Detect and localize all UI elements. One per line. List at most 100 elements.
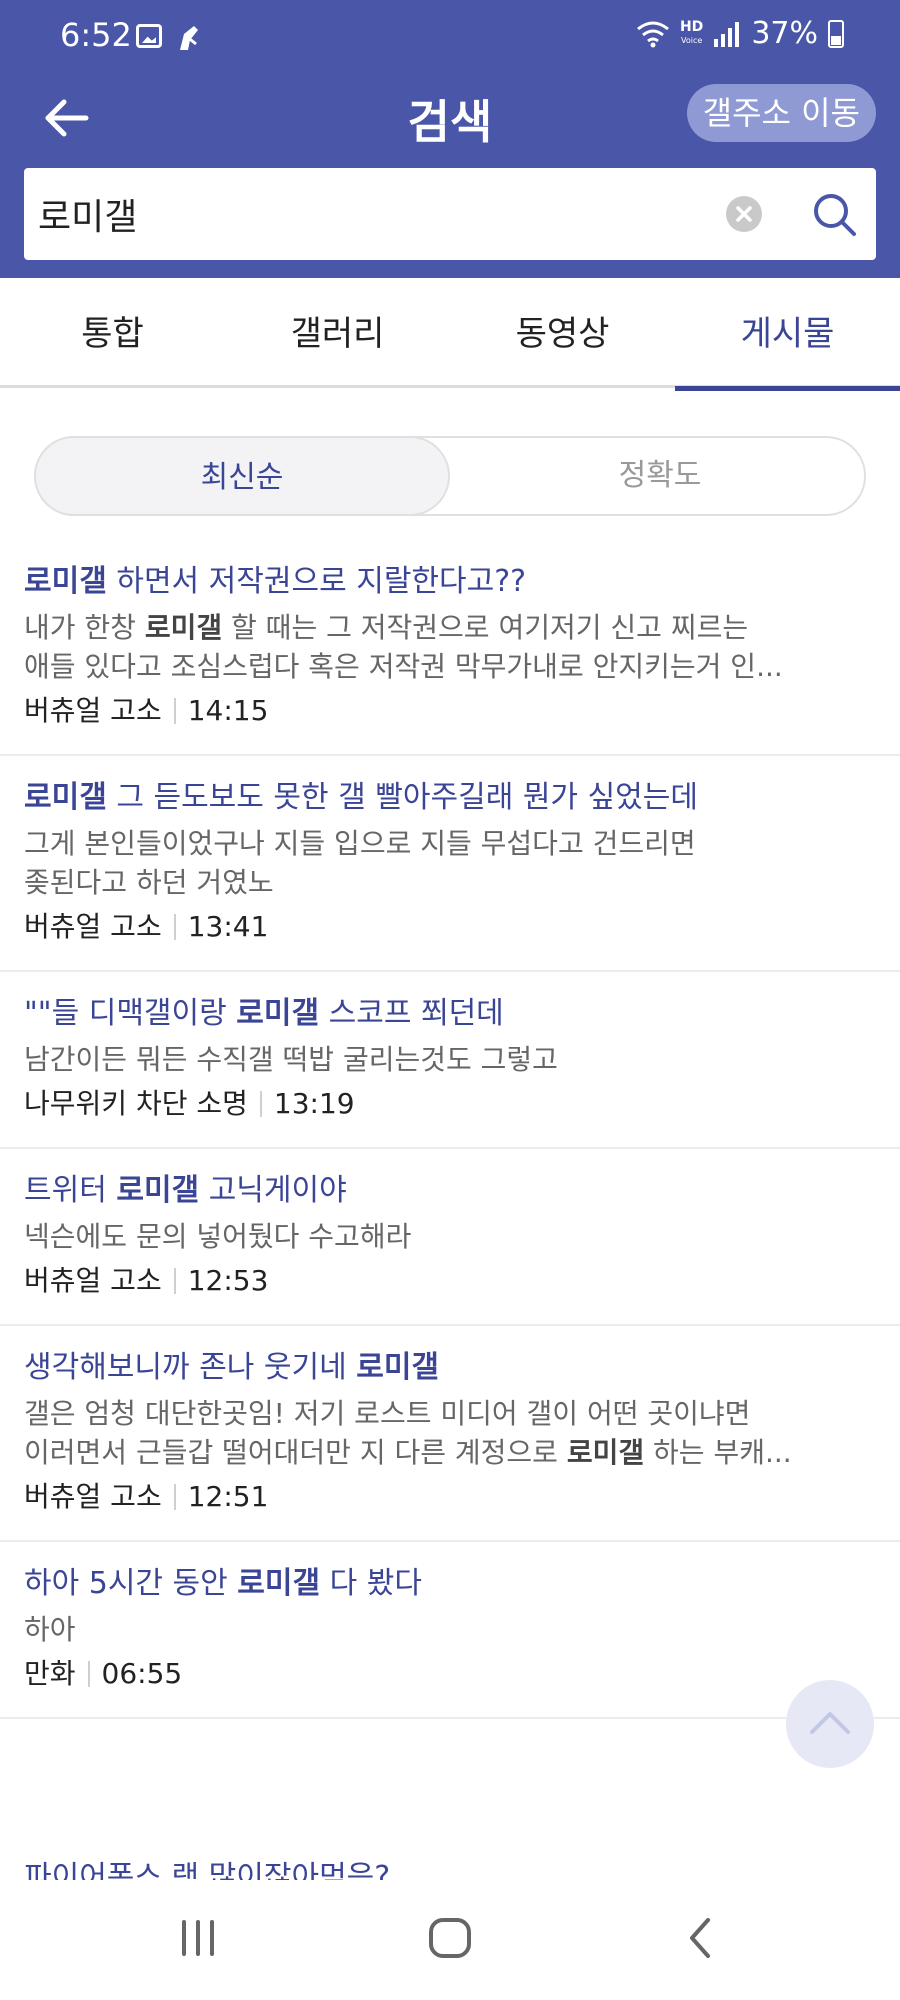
result-time: 12:53 [187, 1264, 269, 1297]
search-input[interactable] [38, 168, 718, 260]
result-title: 생각해보니까 존나 웃기네 로미갤 [24, 1342, 876, 1394]
body-text: 하는 부캐... [644, 1436, 792, 1469]
result-time: 12:51 [187, 1480, 269, 1513]
voice-label: Voice [680, 35, 703, 45]
meta-separator [173, 1484, 176, 1510]
chevron-up-icon [810, 1712, 850, 1734]
meta-separator [173, 1268, 176, 1294]
result-meta: 나무위키 차단 소명 13:19 [24, 1079, 876, 1129]
result-body-line: 좆된다고 하던 거였노 [24, 863, 876, 902]
home-icon[interactable] [420, 1908, 480, 1968]
result-time: 14:15 [187, 694, 269, 727]
result-body: 하아 [24, 1610, 876, 1649]
item-spacer [24, 952, 876, 970]
meta-separator [173, 698, 176, 724]
result-gallery-name: 버츄얼 고소 [24, 1480, 162, 1513]
search-icon[interactable] [810, 190, 860, 240]
title-text: 하면서 저작권으로 지랄한다고?? [106, 564, 527, 599]
result-item[interactable]: 트위터 로미갤 고닉게이야 넥슨에도 문의 넣어뒀다 수고해라 버츄얼 고소 12:5… [0, 1149, 900, 1326]
sort-latest-option[interactable]: 최신순 [34, 436, 450, 516]
result-body: 남간이든 뭐든 수직갤 떡밥 굴리는것도 그렇고 [24, 1040, 876, 1079]
result-item[interactable]: 로미갤 하면서 저작권으로 지랄한다고?? 내가 한창 로미갤 할 때는 그 저작… [0, 540, 900, 756]
result-gallery-name: 버츄얼 고소 [24, 910, 162, 943]
top-app-bar: 6:52 HD Voice 37% 검색 갤주소 이동 로미갤 [0, 0, 900, 278]
body-text: 넥슨에도 문의 넣어뒀다 수고해라 [24, 1220, 412, 1253]
keyword-highlight: 로미갤 [237, 1566, 321, 1601]
keyword-highlight: 로미갤 [24, 780, 107, 815]
result-body-line: 이러면서 근들갑 떨어대더만 지 다른 계정으로 로미갤 하는 부캐... [24, 1433, 876, 1472]
item-spacer [24, 1306, 876, 1324]
body-text: 좆된다고 하던 거였노 [24, 866, 274, 899]
tab-video[interactable]: 동영상 [450, 278, 675, 388]
body-text: 이러면서 근들갑 떨어대더만 지 다른 계정으로 [24, 1436, 567, 1469]
keyword-highlight: 로미갤 [24, 564, 107, 599]
title-text: 생각해보니까 존나 웃기네 [24, 1350, 357, 1385]
result-body-line: 하아 [24, 1610, 876, 1649]
result-meta: 버츄얼 고소 13:41 [24, 902, 876, 952]
keyword-highlight: 로미갤 [566, 1436, 645, 1469]
title-text: 다 봤다 [320, 1566, 422, 1601]
body-text: 갤은 엄청 대단한곳임! 저기 로스트 미디어 갤이 어떤 곳이냐면 [24, 1397, 751, 1430]
hd-label: HD [679, 18, 704, 35]
signal-icon [714, 21, 740, 47]
body-text: 할 때는 그 저작권으로 여기저기 신고 찌르는 [222, 611, 749, 644]
meta-separator [173, 914, 176, 940]
result-body-line: 남간이든 뭐든 수직갤 떡밥 굴리는것도 그렇고 [24, 1040, 876, 1079]
gallery-move-button[interactable]: 갤주소 이동 [686, 84, 876, 142]
tab-posts[interactable]: 게시물 [675, 278, 900, 391]
title-text: 트위터 [24, 1173, 117, 1208]
result-time: 06:55 [101, 1657, 183, 1690]
title-text: ""들 디맥갤이랑 [24, 996, 237, 1031]
sort-toggle: 정확도 최신순 [34, 436, 866, 516]
keyword-highlight: 로미갤 [144, 611, 223, 644]
tab-integrated[interactable]: 통합 [0, 278, 225, 388]
title-text: 스코프 쬐던데 [319, 996, 504, 1031]
battery-icon [828, 19, 844, 48]
item-spacer [24, 736, 876, 754]
result-item[interactable]: 하아 5시간 동안 로미갤 다 봤다 하아 만화 06:55 [0, 1542, 900, 1719]
search-box [24, 168, 876, 260]
item-spacer [24, 1129, 876, 1147]
result-meta: 버츄얼 고소 14:15 [24, 686, 876, 736]
result-title: 하아 5시간 동안 로미갤 다 봤다 [24, 1558, 876, 1610]
result-time: 13:19 [273, 1087, 355, 1120]
status-bar: 6:52 HD Voice 37% [0, 0, 900, 74]
result-gallery-name: 버츄얼 고소 [24, 1264, 162, 1297]
body-text: 내가 한창 [24, 611, 145, 644]
sort-accuracy-option[interactable]: 정확도 [452, 436, 868, 516]
item-spacer [24, 1699, 876, 1717]
result-body: 그게 본인들이었구나 지들 입으로 지들 무섭다고 건드리면좆된다고 하던 거였… [24, 824, 876, 902]
result-body: 내가 한창 로미갤 할 때는 그 저작권으로 여기저기 신고 찌르는애들 있다고… [24, 608, 876, 686]
result-gallery-name: 나무위키 차단 소명 [24, 1087, 248, 1120]
result-body-line: 애들 있다고 조심스럽다 혹은 저작권 막무가내로 안지키는거 인... [24, 647, 876, 686]
result-item[interactable]: ""들 디맥갤이랑 로미갤 스코프 쬐던데 남간이든 뭐든 수직갤 떡밥 굴리는것… [0, 972, 900, 1149]
status-right-group: HD Voice 37% [636, 16, 844, 51]
title-text: 그 듣도보도 못한 갤 빨아주길래 뭔가 싶었는데 [106, 780, 698, 815]
battery-percent: 37% [751, 16, 818, 51]
result-body: 갤은 엄청 대단한곳임! 저기 로스트 미디어 갤이 어떤 곳이냐면 이러면서 근… [24, 1394, 876, 1472]
result-title: 로미갤 하면서 저작권으로 지랄한다고?? [24, 556, 876, 608]
keyword-highlight: 로미갤 [236, 996, 320, 1031]
system-nav-bar [0, 1882, 900, 2000]
result-item[interactable]: 생각해보니까 존나 웃기네 로미갤 갤은 엄청 대단한곳임! 저기 로스트 미디어… [0, 1326, 900, 1542]
title-text: 고닉게이야 [199, 1173, 347, 1208]
scroll-top-button[interactable] [786, 1680, 874, 1768]
body-text: 애들 있다고 조심스럽다 혹은 저작권 막무가내로 안지키는거 인... [24, 650, 783, 683]
tab-gallery[interactable]: 갤러리 [225, 278, 450, 388]
result-time: 13:41 [187, 910, 269, 943]
result-gallery-name: 버츄얼 고소 [24, 694, 162, 727]
result-body-line: 갤은 엄청 대단한곳임! 저기 로스트 미디어 갤이 어떤 곳이냐면 [24, 1394, 876, 1433]
result-item[interactable]: 로미갤 그 듣도보도 못한 갤 빨아주길래 뭔가 싶었는데그게 본인들이었구나 … [0, 756, 900, 972]
clear-x-icon[interactable] [726, 196, 762, 232]
partial-result-title[interactable]: 파이어폭스 랙 많이잖아먹음? [24, 1852, 390, 1880]
app-notification-icon [180, 26, 198, 50]
search-tabs: 통합 갤러리 동영상 게시물 [0, 278, 900, 391]
nav-back-icon[interactable] [672, 1908, 732, 1968]
result-meta: 버츄얼 고소 12:51 [24, 1472, 876, 1522]
results-list: 로미갤 하면서 저작권으로 지랄한다고?? 내가 한창 로미갤 할 때는 그 저작… [0, 540, 900, 1719]
result-title: ""들 디맥갤이랑 로미갤 스코프 쬐던데 [24, 988, 876, 1040]
clear-x-glyph [736, 206, 752, 222]
recent-apps-icon[interactable] [168, 1908, 228, 1968]
body-text: 그게 본인들이었구나 지들 입으로 지들 무섭다고 건드리면 [24, 827, 696, 860]
result-body: 넥슨에도 문의 넣어뒀다 수고해라 [24, 1217, 876, 1256]
